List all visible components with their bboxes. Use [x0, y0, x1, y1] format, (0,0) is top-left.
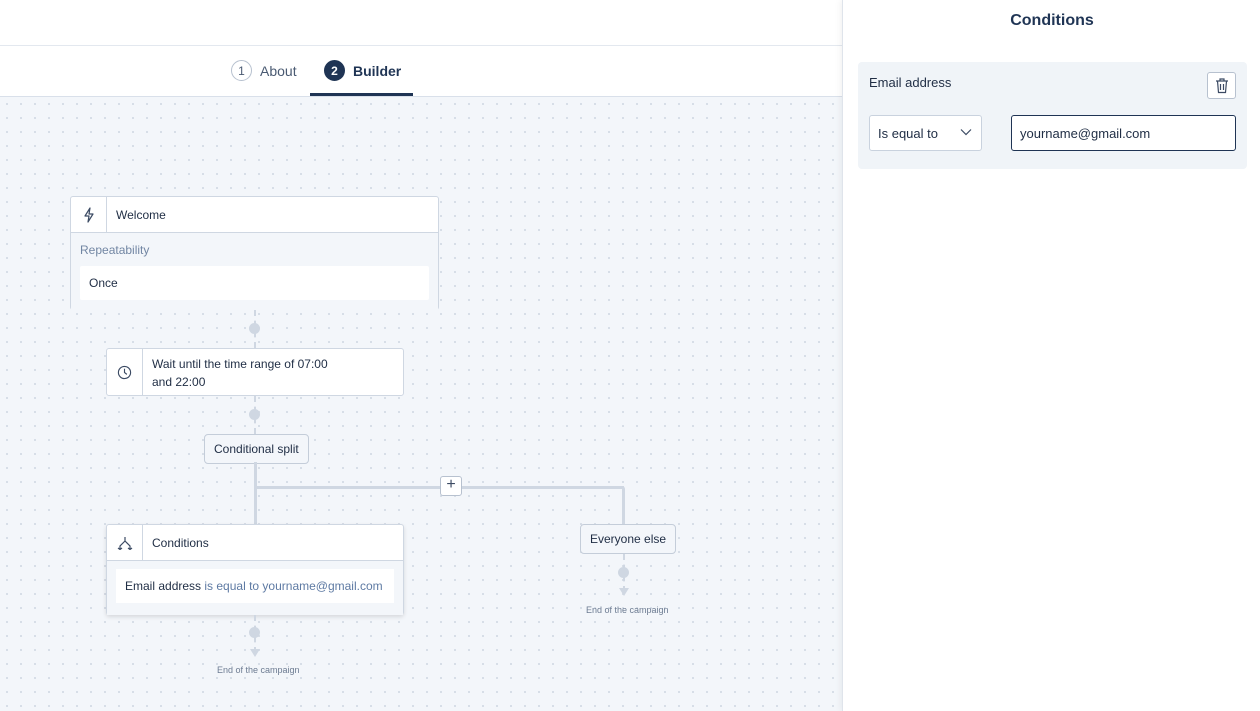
operator-select-value: Is equal to [878, 126, 938, 141]
workflow-canvas[interactable]: Welcome Repeatability Once Wait until th… [0, 97, 842, 711]
step-number: 2 [324, 60, 345, 81]
trigger-body: Repeatability Once [71, 233, 438, 310]
conditions-header: Conditions [107, 524, 403, 561]
conditions-body: Email address is equal to yourname@gmail… [107, 561, 403, 615]
connector-dot[interactable] [249, 627, 260, 638]
clock-icon [107, 349, 143, 395]
active-step-underline [310, 93, 413, 96]
split-icon [107, 524, 143, 561]
condition-summary: Email address is equal to yourname@gmail… [116, 569, 394, 603]
step-navigation: 1 About 2 Builder [0, 46, 842, 97]
step-builder[interactable]: 2 Builder [324, 60, 401, 81]
repeatability-label: Repeatability [80, 243, 150, 257]
step-about[interactable]: 1 About [231, 60, 297, 81]
delete-condition-button[interactable] [1207, 72, 1236, 99]
condition-operator: is equal to [204, 579, 260, 593]
repeatability-value: Once [80, 266, 429, 300]
connector-dot[interactable] [249, 323, 260, 334]
branch-line [254, 462, 257, 524]
conditions-panel: Conditions Email address Is equal to [842, 0, 1260, 711]
panel-title: Conditions [1010, 12, 1094, 29]
step-label: About [260, 62, 297, 79]
add-branch-button[interactable]: + [440, 476, 462, 496]
wait-text: Wait until the time range of 07:00 and 2… [152, 357, 328, 389]
operator-select[interactable]: Is equal to [869, 115, 982, 151]
conditional-split-node[interactable]: Conditional split [204, 434, 309, 464]
branch-line [622, 486, 625, 524]
connector-dot[interactable] [618, 567, 629, 578]
condition-value: yourname@gmail.com [262, 579, 383, 593]
trigger-title: Welcome [116, 207, 166, 222]
wait-node[interactable]: Wait until the time range of 07:00 and 2… [106, 348, 404, 396]
step-number: 1 [231, 60, 252, 81]
branch-line [254, 486, 624, 489]
end-of-campaign-label: End of the campaign [586, 605, 669, 615]
step-label: Builder [353, 62, 402, 79]
connector-dot[interactable] [249, 409, 260, 420]
arrow-down-icon [250, 649, 260, 657]
trigger-node[interactable]: Welcome Repeatability Once [70, 196, 439, 310]
top-bar [0, 0, 842, 46]
end-of-campaign-label: End of the campaign [217, 665, 300, 675]
condition-value-input[interactable] [1011, 115, 1236, 151]
trash-icon [1215, 78, 1228, 94]
condition-field: Email address [125, 579, 202, 593]
lightning-icon [71, 196, 107, 233]
everyone-else-node[interactable]: Everyone else [580, 524, 677, 554]
chevron-down-icon [960, 129, 972, 136]
arrow-down-icon [619, 588, 629, 596]
conditions-node[interactable]: Conditions Email address is equal to you… [106, 524, 404, 615]
conditions-title: Conditions [152, 535, 209, 550]
condition-card: Email address Is equal to [858, 62, 1247, 169]
condition-field-label: Email address [869, 75, 952, 90]
trigger-header: Welcome [71, 196, 438, 233]
